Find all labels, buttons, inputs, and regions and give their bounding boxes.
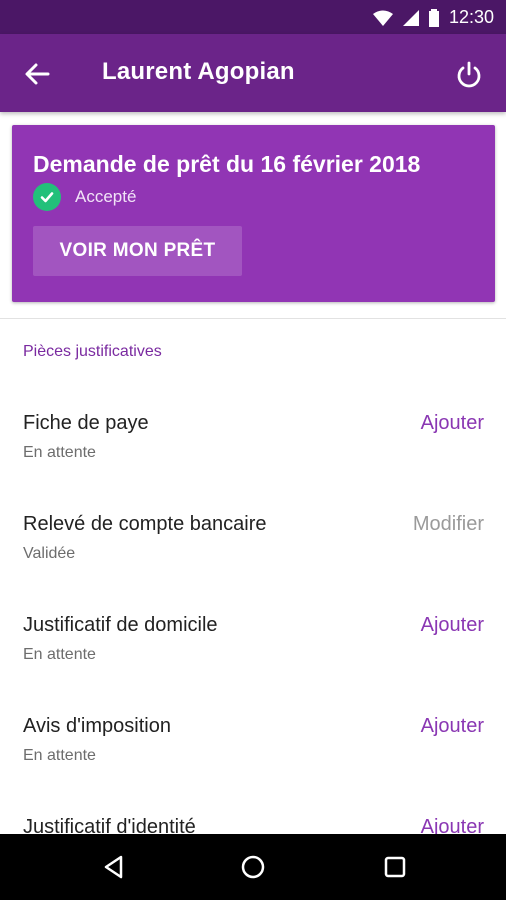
add-document-button[interactable]: Ajouter	[421, 715, 484, 738]
document-status: En attente	[23, 646, 96, 663]
loan-status-label: Accepté	[75, 187, 137, 206]
documents-list: Fiche de paye En attente Ajouter Relevé …	[0, 392, 506, 897]
list-item: Avis d'imposition En attente Ajouter	[0, 695, 506, 796]
divider	[0, 318, 506, 319]
document-name: Justificatif de domicile	[23, 614, 218, 636]
nav-home-icon[interactable]	[238, 852, 268, 882]
document-status: En attente	[23, 444, 96, 461]
document-name: Fiche de paye	[23, 412, 149, 434]
document-name: Relevé de compte bancaire	[23, 513, 267, 535]
document-status: Validée	[23, 545, 76, 562]
nav-recents-icon[interactable]	[380, 852, 410, 882]
list-item: Fiche de paye En attente Ajouter	[0, 392, 506, 493]
loan-status: Accepté	[33, 183, 136, 211]
battery-icon	[428, 8, 439, 27]
wifi-icon	[372, 10, 393, 26]
check-icon	[33, 183, 61, 211]
power-icon[interactable]	[454, 60, 484, 90]
list-item: Justificatif de domicile En attente Ajou…	[0, 594, 506, 695]
status-time: 12:30	[448, 7, 494, 27]
status-icons: 12:30	[372, 7, 494, 28]
app-bar: Laurent Agopian	[0, 34, 506, 112]
system-nav-bar	[0, 834, 506, 900]
loan-request-card: Demande de prêt du 16 février 2018 Accep…	[12, 125, 495, 302]
modify-document-button[interactable]: Modifier	[413, 513, 484, 536]
signal-icon	[402, 9, 419, 26]
view-loan-button[interactable]: VOIR MON PRÊT	[33, 226, 242, 276]
status-bar: 12:30	[0, 0, 506, 34]
loan-request-title: Demande de prêt du 16 février 2018	[33, 151, 421, 177]
document-name: Avis d'imposition	[23, 715, 171, 737]
back-arrow-icon[interactable]	[22, 59, 52, 89]
documents-section-title: Pièces justificatives	[23, 343, 162, 360]
page-title: Laurent Agopian	[102, 58, 295, 85]
document-status: En attente	[23, 747, 96, 764]
nav-back-icon[interactable]	[99, 852, 129, 882]
add-document-button[interactable]: Ajouter	[421, 614, 484, 637]
add-document-button[interactable]: Ajouter	[421, 412, 484, 435]
list-item: Relevé de compte bancaire Validée Modifi…	[0, 493, 506, 594]
